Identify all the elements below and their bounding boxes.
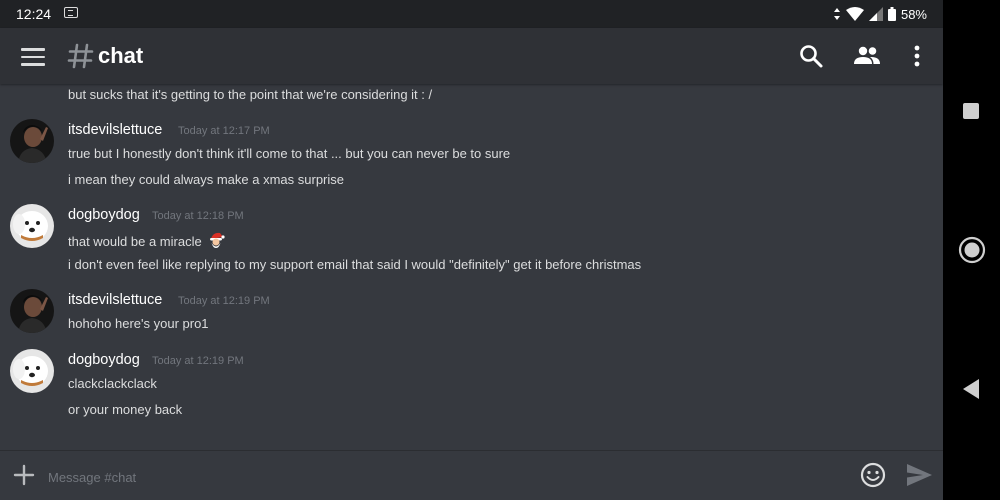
avatar[interactable] xyxy=(10,349,54,393)
message-text: i mean they could always make a xmas sur… xyxy=(68,172,345,187)
hash-icon xyxy=(67,43,94,69)
avatar[interactable] xyxy=(10,119,54,163)
message-text-content: that would be a miracle xyxy=(68,234,202,249)
message-text: i don't even feel like replying to my su… xyxy=(68,257,642,272)
plus-icon[interactable] xyxy=(13,464,35,486)
data-arrows-icon xyxy=(833,8,840,20)
message-timestamp: Today at 12:19 PM xyxy=(178,295,270,307)
notification-icon xyxy=(64,7,78,18)
avatar[interactable] xyxy=(10,289,54,333)
message-timestamp: Today at 12:17 PM xyxy=(178,125,270,137)
status-icons: 58% xyxy=(833,6,927,22)
status-bar: 12:24 58% xyxy=(0,0,943,28)
message-input[interactable] xyxy=(46,464,840,490)
message-list[interactable]: but sucks that it's getting to the point… xyxy=(0,84,943,450)
message-author[interactable]: itsdevilslettuce xyxy=(68,292,162,308)
menu-icon[interactable] xyxy=(21,48,45,66)
message-composer xyxy=(0,450,943,500)
channel-header: chat xyxy=(0,28,943,84)
message-text: but sucks that it's getting to the point… xyxy=(68,87,433,102)
message-text: clackclackclack xyxy=(68,376,157,391)
message-timestamp: Today at 12:18 PM xyxy=(152,210,244,222)
message-author[interactable]: itsdevilslettuce xyxy=(68,122,162,138)
message-text: true but I honestly don't think it'll co… xyxy=(68,146,511,161)
more-vertical-icon[interactable] xyxy=(903,42,931,70)
message-text: or your money back xyxy=(68,402,183,417)
battery-icon xyxy=(887,7,896,21)
message-author[interactable]: dogboydog xyxy=(68,352,140,368)
message-timestamp: Today at 12:19 PM xyxy=(152,355,244,367)
battery-percent: 58% xyxy=(900,6,927,22)
search-icon[interactable] xyxy=(797,42,825,70)
message-text: hohoho here's your pro1 xyxy=(68,316,209,331)
channel-name: chat xyxy=(98,43,144,68)
signal-icon xyxy=(868,7,883,21)
status-time: 12:24 xyxy=(16,6,52,22)
avatar[interactable] xyxy=(10,204,54,248)
message-author[interactable]: dogboydog xyxy=(68,207,140,223)
discord-app: 12:24 58% chat but sucks that it's getti… xyxy=(0,0,943,500)
wifi-icon xyxy=(845,7,864,21)
send-icon[interactable] xyxy=(905,462,933,488)
message-text: that would be a miracle xyxy=(68,231,225,249)
emoji-icon[interactable] xyxy=(860,462,886,488)
santa-emoji-icon xyxy=(210,232,225,248)
back-icon[interactable] xyxy=(961,378,981,400)
recents-icon[interactable] xyxy=(963,103,979,119)
members-icon[interactable] xyxy=(853,42,881,70)
home-icon[interactable] xyxy=(958,236,986,264)
